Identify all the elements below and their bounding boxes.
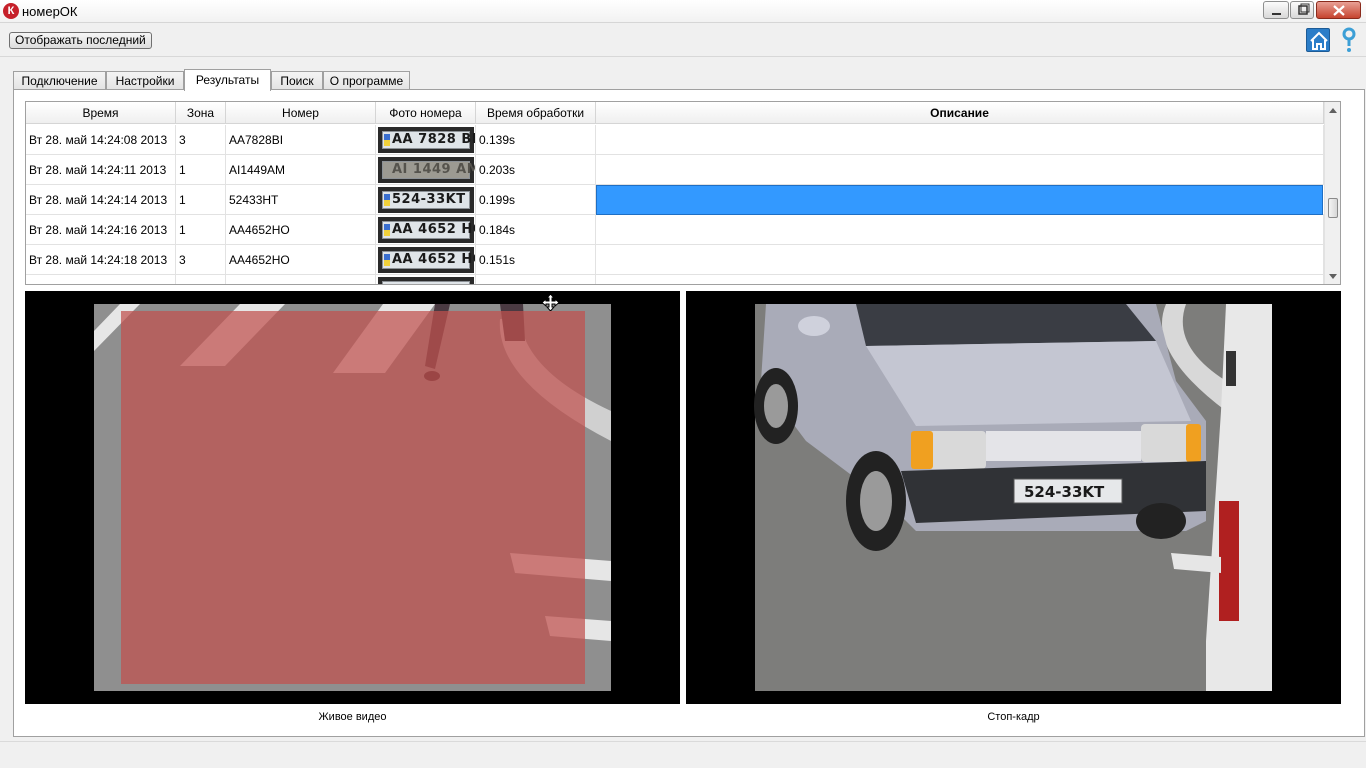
cell-processing-time: 0.151s	[476, 245, 596, 275]
tab-results[interactable]: Результаты	[184, 69, 271, 91]
close-button[interactable]	[1316, 1, 1361, 19]
table-scrollbar[interactable]	[1324, 102, 1340, 284]
table-row-selected[interactable]: Вт 28. май 14:24:14 2013 1 52433HT 524-3…	[26, 185, 1324, 215]
column-header-processing-time[interactable]: Время обработки	[476, 102, 596, 124]
cell-time: Вт 28. май 14:24:11 2013	[26, 155, 176, 185]
cell-time: Вт 28. май 14:24:18 2013	[26, 245, 176, 275]
table-row[interactable]: Вт 28. май 14:24:11 2013 1 AI1449AM AI 1…	[26, 155, 1324, 185]
cell-zone: 1	[176, 155, 226, 185]
title-bar: К номерОК	[0, 0, 1366, 23]
cell-plate-photo: AI 1449 AM	[376, 155, 476, 185]
plate-image: AA 4652 HO	[378, 247, 475, 273]
cell-processing-time	[476, 275, 596, 284]
column-header-number[interactable]: Номер	[226, 102, 376, 124]
detection-zone-overlay	[121, 311, 585, 684]
cell-number: AA4652HO	[226, 215, 376, 245]
table-body: Вт 28. май 14:24:08 2013 3 AA7828BI AA 7…	[26, 125, 1324, 284]
show-last-button[interactable]: Отображать последний	[9, 32, 152, 49]
table-row[interactable]	[26, 275, 1324, 284]
maximize-button[interactable]	[1290, 1, 1314, 19]
cell-description	[596, 275, 1324, 284]
cell-number: AI1449AM	[226, 155, 376, 185]
move-cursor-icon	[542, 294, 559, 311]
stop-frame-panel[interactable]: 524-33KT	[686, 291, 1341, 704]
table-row[interactable]: Вт 28. май 14:24:18 2013 3 AA4652HO AA 4…	[26, 245, 1324, 275]
cell-number: AA4652HO	[226, 245, 376, 275]
scroll-up-icon[interactable]	[1329, 107, 1337, 115]
results-table: Время Зона Номер Фото номера Время обраб…	[25, 101, 1341, 285]
plate-image: AI 1449 AM	[378, 157, 475, 183]
tab-connection[interactable]: Подключение	[13, 71, 106, 90]
cell-number: 52433HT	[226, 185, 376, 215]
cell-time: Вт 28. май 14:24:08 2013	[26, 125, 176, 155]
cell-zone: 1	[176, 215, 226, 245]
cell-number	[226, 275, 376, 284]
column-header-plate-photo[interactable]: Фото номера	[376, 102, 476, 124]
cell-plate-photo: AA 7828 BI	[376, 125, 476, 155]
cell-processing-time: 0.203s	[476, 155, 596, 185]
cell-description	[596, 155, 1324, 185]
plate-image: AA 7828 BI	[378, 127, 475, 153]
cell-description-selected[interactable]	[596, 185, 1323, 215]
cell-plate-photo	[376, 275, 476, 284]
cell-description	[596, 245, 1324, 275]
cell-zone: 3	[176, 125, 226, 155]
help-icon[interactable]	[1339, 27, 1359, 53]
tab-about[interactable]: О программе	[323, 71, 410, 90]
plate-image	[378, 277, 474, 284]
cell-description	[596, 215, 1324, 245]
window-title: номерОК	[22, 4, 78, 19]
cell-plate-photo: AA 4652 HO	[376, 245, 476, 275]
live-video-image	[25, 291, 680, 704]
stop-frame-plate-text: 524-33KT	[1024, 483, 1105, 501]
toolbar-separator	[0, 56, 1366, 57]
stop-frame-caption: Стоп-кадр	[987, 711, 1040, 723]
column-header-zone[interactable]: Зона	[176, 102, 226, 124]
live-video-caption: Живое видео	[318, 711, 387, 723]
scrollbar-thumb[interactable]	[1328, 198, 1338, 218]
tab-settings[interactable]: Настройки	[106, 71, 184, 90]
plate-image: AA 4652 HO	[378, 217, 475, 243]
scroll-down-icon[interactable]	[1329, 272, 1337, 280]
cell-processing-time: 0.184s	[476, 215, 596, 245]
table-row[interactable]: Вт 28. май 14:24:16 2013 1 AA4652HO AA 4…	[26, 215, 1324, 245]
live-video-panel[interactable]	[25, 291, 680, 704]
cell-time	[26, 275, 176, 284]
table-row[interactable]: Вт 28. май 14:24:08 2013 3 AA7828BI AA 7…	[26, 125, 1324, 155]
tab-search[interactable]: Поиск	[271, 71, 323, 90]
cell-time: Вт 28. май 14:24:16 2013	[26, 215, 176, 245]
table-header: Время Зона Номер Фото номера Время обраб…	[26, 102, 1324, 124]
cell-processing-time: 0.139s	[476, 125, 596, 155]
cell-time: Вт 28. май 14:24:14 2013	[26, 185, 176, 215]
minimize-button[interactable]	[1263, 1, 1289, 19]
cell-zone	[176, 275, 226, 284]
app-logo-icon: К	[3, 3, 19, 19]
plate-image: 524-33KT	[378, 187, 474, 213]
cell-number: AA7828BI	[226, 125, 376, 155]
stop-frame-image: 524-33KT	[686, 291, 1341, 704]
cell-zone: 1	[176, 185, 226, 215]
status-bar	[0, 741, 1366, 768]
home-icon[interactable]	[1306, 28, 1330, 52]
cell-plate-photo: AA 4652 HO	[376, 215, 476, 245]
cell-zone: 3	[176, 245, 226, 275]
cell-processing-time: 0.199s	[476, 185, 596, 215]
column-header-time[interactable]: Время	[26, 102, 176, 124]
cell-plate-photo: 524-33KT	[376, 185, 476, 215]
cell-description	[596, 125, 1324, 155]
column-header-description[interactable]: Описание	[596, 102, 1324, 124]
